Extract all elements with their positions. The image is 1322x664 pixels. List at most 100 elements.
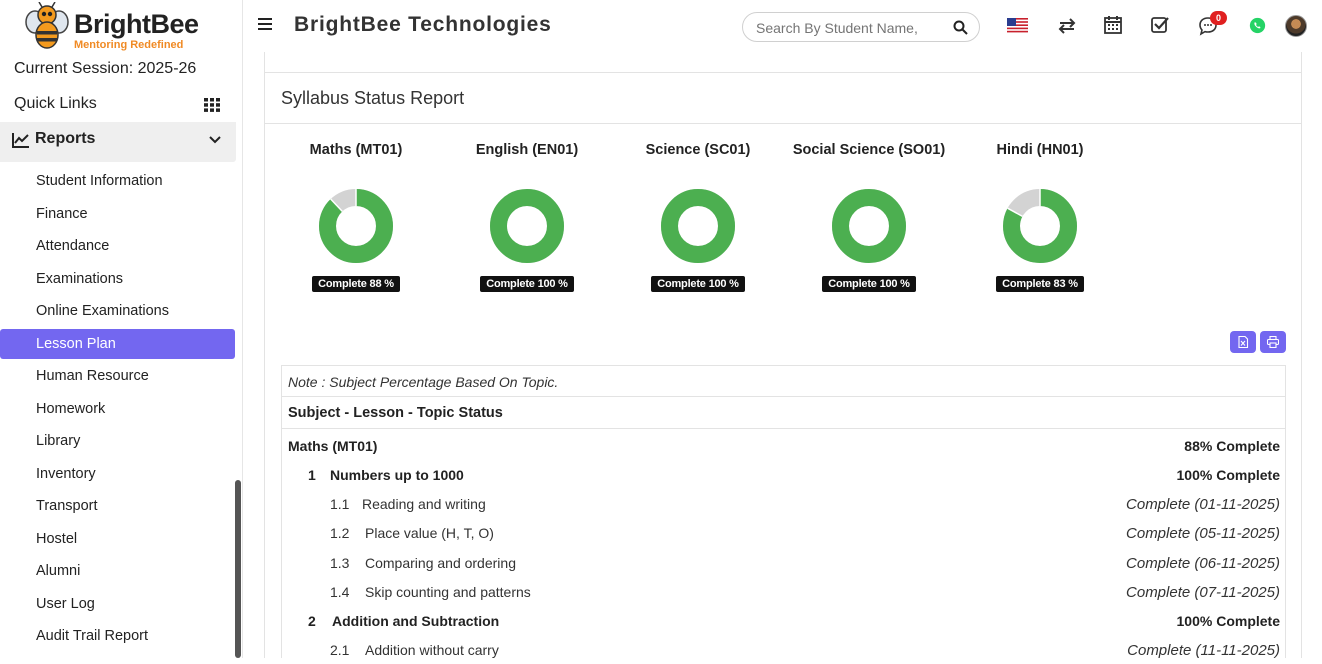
sidebar-item[interactable]: Inventory <box>0 459 235 489</box>
top-bar: BrightBee Technologies 0 <box>243 0 1322 52</box>
sidebar-item[interactable]: Hostel <box>0 524 235 554</box>
completion-label: Complete 100 % <box>789 274 949 292</box>
sidebar-scrollbar[interactable] <box>235 480 241 658</box>
donut-complete-slice <box>832 189 906 263</box>
printer-icon <box>1267 336 1279 348</box>
row-status: Complete (01-11-2025) <box>1126 496 1280 513</box>
table-row: 1.1 Reading and writing Complete (01-11-20… <box>282 489 1285 518</box>
main-content: Syllabus Status Report Maths (MT01) Compl… <box>264 52 1302 659</box>
reports-label: Reports <box>35 130 96 147</box>
file-excel-icon <box>1238 336 1249 348</box>
print-button[interactable] <box>1260 331 1286 353</box>
row-name: Numbers up to 1000 <box>330 467 464 483</box>
sidebar-item[interactable]: Homework <box>0 394 235 424</box>
completion-label-text: Complete 100 % <box>822 276 916 292</box>
table-row: 1.3 Comparing and ordering Complete (06-11… <box>282 548 1285 577</box>
syllabus-status-table: Note : Subject Percentage Based On Topic… <box>281 365 1286 659</box>
divider <box>265 72 1301 73</box>
row-number: 2 <box>308 613 316 629</box>
reports-menu-header[interactable]: Reports <box>0 122 236 162</box>
table-title-row: Subject - Lesson - Topic Status <box>282 397 1285 429</box>
search-input[interactable] <box>756 18 936 37</box>
sidebar-item[interactable]: Online Examinations <box>0 296 235 326</box>
subject-name: Hindi (HN01) <box>996 142 1084 158</box>
grid-icon[interactable] <box>204 98 220 112</box>
completion-label: Complete 100 % <box>447 274 607 292</box>
completion-label: Complete 100 % <box>618 274 778 292</box>
app-logo[interactable]: BrightBee Mentoring Redefined <box>22 2 222 52</box>
flag-us-icon[interactable] <box>1007 18 1028 33</box>
row-name: Comparing and ordering <box>365 555 516 571</box>
bee-logo-icon <box>25 2 69 49</box>
checkbox-icon[interactable] <box>1150 15 1170 35</box>
whatsapp-icon[interactable] <box>1249 17 1266 34</box>
donut-chart <box>661 189 735 263</box>
subject-donut: English (EN01) Complete 100 % <box>447 142 607 302</box>
completion-label: Complete 83 % <box>960 274 1120 292</box>
completion-label-text: Complete 100 % <box>480 276 574 292</box>
user-avatar[interactable] <box>1285 15 1307 37</box>
donut-complete-slice <box>661 189 735 263</box>
line-chart-icon <box>12 133 29 148</box>
sidebar-item[interactable]: Finance <box>0 199 235 229</box>
table-row: 1.4 Skip counting and patterns Complete (0… <box>282 577 1285 606</box>
logo-name: BrightBee <box>74 9 199 39</box>
row-name: Place value (H, T, O) <box>365 525 494 541</box>
subject-name: English (EN01) <box>475 142 579 158</box>
row-number: 1.2 <box>330 525 350 541</box>
row-status: Complete (06-11-2025) <box>1126 555 1280 572</box>
page-title: Syllabus Status Report <box>281 88 465 108</box>
row-status: 88% Complete <box>1184 438 1280 454</box>
table-row: 1.2 Place value (H, T, O) Complete (05-11-… <box>282 518 1285 547</box>
completion-label-text: Complete 100 % <box>651 276 745 292</box>
sidebar-item[interactable]: User Log <box>0 589 235 619</box>
row-name: Reading and writing <box>362 496 486 512</box>
sidebar-item[interactable]: Student Information <box>0 166 235 196</box>
export-excel-button[interactable] <box>1230 331 1256 353</box>
sidebar: BrightBee Mentoring Redefined Current Se… <box>0 0 243 658</box>
row-status: Complete (05-11-2025) <box>1126 525 1280 542</box>
calendar-icon[interactable] <box>1103 15 1123 35</box>
sidebar-item[interactable]: Attendance <box>0 231 235 261</box>
logo-tagline: Mentoring Redefined <box>74 39 184 51</box>
sidebar-item[interactable]: Examinations <box>0 264 235 294</box>
donut-complete-slice <box>490 189 564 263</box>
donut-chart <box>490 189 564 263</box>
donut-chart <box>319 189 393 263</box>
brand-title: BrightBee Technologies <box>294 13 552 36</box>
subject-donut: Maths (MT01) Complete 88 % <box>276 142 436 302</box>
student-search-box[interactable] <box>742 12 980 42</box>
row-number: 1.1 <box>330 496 350 512</box>
search-icon[interactable] <box>953 20 968 35</box>
subject-name: Social Science (SO01) <box>792 142 946 158</box>
table-row: Maths (MT01) 88% Complete <box>282 431 1285 460</box>
hamburger-menu-icon[interactable] <box>258 17 272 31</box>
row-number: 2.1 <box>330 642 350 658</box>
note-text: Note : Subject Percentage Based On Topic… <box>288 374 559 390</box>
sidebar-item[interactable]: Library <box>0 426 235 456</box>
chevron-down-icon <box>209 136 221 144</box>
sidebar-item[interactable]: Transport <box>0 491 235 521</box>
subject-name: Maths (MT01) <box>309 142 403 158</box>
donut-complete-slice <box>319 189 393 263</box>
row-name: Addition without carry <box>365 642 499 658</box>
quick-links-label[interactable]: Quick Links <box>14 95 97 113</box>
row-status: 100% Complete <box>1176 467 1280 483</box>
donut-chart <box>1003 189 1077 263</box>
divider <box>265 123 1301 124</box>
row-status: Complete (07-11-2025) <box>1126 584 1280 601</box>
sidebar-item[interactable]: Alumni <box>0 556 235 586</box>
sidebar-item[interactable]: Audit Trail Report <box>0 621 235 651</box>
row-status: Complete (11-11-2025) <box>1127 642 1280 659</box>
sidebar-item[interactable]: Lesson Plan <box>0 329 235 359</box>
swap-icon[interactable] <box>1057 16 1077 36</box>
row-number: 1.3 <box>330 555 350 571</box>
subject-donut: Science (SC01) Complete 100 % <box>618 142 778 302</box>
subject-donut: Social Science (SO01) Complete 100 % <box>789 142 949 302</box>
note-row: Note : Subject Percentage Based On Topic… <box>282 366 1285 397</box>
subject-name: Science (SC01) <box>645 142 751 158</box>
sidebar-item[interactable]: Human Resource <box>0 361 235 391</box>
row-number: 1 <box>308 467 316 483</box>
table-row: 2 Addition and Subtraction 100% Complete <box>282 606 1285 635</box>
notification-badge: 0 <box>1210 11 1227 25</box>
